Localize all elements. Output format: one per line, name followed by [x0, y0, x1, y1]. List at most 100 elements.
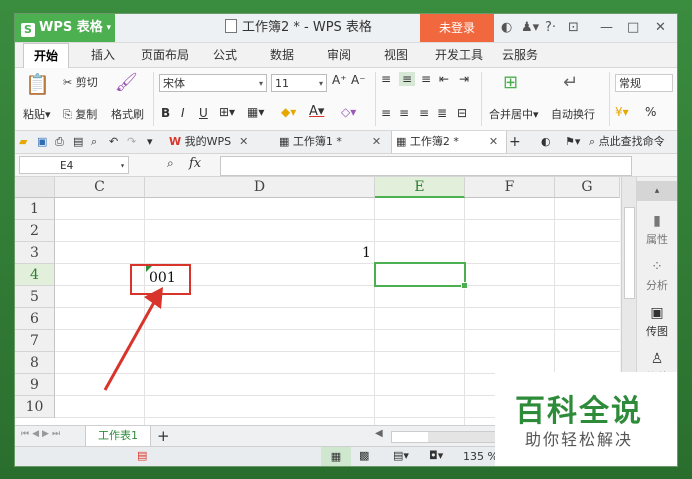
- cell-style-icon[interactable]: ▦▾: [247, 105, 264, 119]
- sheet-tab-active[interactable]: 工作表1: [85, 426, 151, 446]
- row-header-6[interactable]: 6: [15, 308, 55, 330]
- merge-center-icon[interactable]: ⊞: [503, 72, 518, 93]
- name-box[interactable]: E4 ▾: [19, 156, 129, 174]
- justify-icon[interactable]: ≣: [437, 106, 447, 120]
- merge-center-button[interactable]: 合并居中▾: [489, 106, 539, 122]
- save-icon[interactable]: ▣: [37, 131, 47, 153]
- align-bottom-icon[interactable]: ≡: [421, 72, 431, 86]
- font-size-select[interactable]: 11 ▾: [271, 74, 327, 92]
- row-header-3[interactable]: 3: [15, 242, 55, 264]
- tab-developer[interactable]: 开发工具: [435, 43, 483, 67]
- new-tab-icon[interactable]: +: [509, 131, 521, 153]
- scroll-thumb[interactable]: [428, 432, 498, 442]
- tab-list-icon[interactable]: ◐: [541, 131, 551, 153]
- align-middle-icon[interactable]: ≡: [399, 72, 416, 86]
- command-search[interactable]: ⌕ 点此查找命令: [589, 131, 665, 153]
- column-header-d[interactable]: D: [145, 177, 375, 198]
- quick-access-chevron-icon[interactable]: ▾: [147, 131, 153, 153]
- align-top-icon[interactable]: ≡: [381, 72, 391, 86]
- panel-analysis[interactable]: ⁘ 分析: [636, 259, 677, 293]
- italic-icon[interactable]: I: [181, 106, 185, 120]
- tab-formulas[interactable]: 公式: [213, 43, 237, 67]
- font-name-select[interactable]: 宋体 ▾: [159, 74, 267, 92]
- column-header-c[interactable]: C: [55, 177, 145, 198]
- zoom-search-icon[interactable]: ⌕: [167, 156, 174, 171]
- cut-button[interactable]: ✂ 剪切: [63, 74, 98, 90]
- zoom-level[interactable]: 135 %: [463, 450, 498, 463]
- decrease-font-icon[interactable]: A⁻: [351, 73, 366, 87]
- font-color-icon[interactable]: A▾: [309, 104, 324, 119]
- collapse-panel-button[interactable]: ▴: [636, 181, 677, 201]
- clear-format-icon[interactable]: ◇▾: [341, 105, 356, 119]
- select-all-corner[interactable]: [15, 177, 55, 198]
- help-icon[interactable]: ?·: [545, 20, 556, 35]
- tab-page-layout[interactable]: 页面布局: [141, 43, 189, 67]
- flag-icon[interactable]: ⚑▾: [565, 131, 580, 153]
- normal-view-icon[interactable]: ▦: [321, 447, 351, 466]
- add-sheet-icon[interactable]: +: [157, 426, 170, 446]
- tab-home[interactable]: 开始: [23, 43, 70, 68]
- row-header-8[interactable]: 8: [15, 352, 55, 374]
- paste-button[interactable]: 粘贴▾: [23, 106, 51, 122]
- login-button[interactable]: 未登录: [420, 14, 494, 42]
- shirt-icon[interactable]: ♟▾: [521, 20, 539, 35]
- tab-insert[interactable]: 插入: [91, 43, 115, 67]
- close-icon[interactable]: ✕: [655, 20, 666, 35]
- currency-icon[interactable]: ¥▾: [615, 105, 629, 119]
- cell-d3[interactable]: 1: [362, 245, 371, 261]
- selected-cell-e4[interactable]: [374, 262, 468, 289]
- tab-cloud[interactable]: 云服务: [502, 43, 538, 67]
- column-header-e[interactable]: E: [375, 177, 465, 198]
- indent-increase-icon[interactable]: ⇥: [459, 72, 469, 86]
- restore-panel-icon[interactable]: ⊡: [568, 20, 579, 35]
- scroll-thumb[interactable]: [624, 207, 635, 299]
- formula-input[interactable]: [220, 156, 632, 176]
- undo-icon[interactable]: ↶: [109, 131, 118, 153]
- find-icon[interactable]: ⌕: [91, 131, 97, 153]
- close-icon[interactable]: ✕: [489, 135, 498, 148]
- row-header-9[interactable]: 9: [15, 374, 55, 396]
- reading-mode-icon[interactable]: ◘▾: [429, 449, 443, 462]
- panel-properties[interactable]: ▮ 属性: [636, 213, 677, 247]
- fill-handle[interactable]: [461, 282, 468, 289]
- paste-icon[interactable]: 📋: [25, 72, 50, 96]
- page-break-view-icon[interactable]: ▩: [359, 449, 369, 462]
- panel-upload-image[interactable]: ▣ 传图: [636, 305, 677, 339]
- skin-icon[interactable]: ◐: [501, 20, 512, 35]
- maximize-icon[interactable]: □: [627, 20, 639, 35]
- align-right-icon[interactable]: ≡: [419, 106, 429, 120]
- open-folder-icon[interactable]: ▰: [19, 131, 27, 153]
- row-header-4[interactable]: 4: [15, 264, 55, 286]
- close-icon[interactable]: ✕: [239, 135, 248, 148]
- row-header-5[interactable]: 5: [15, 286, 55, 308]
- align-center-icon[interactable]: ≡: [399, 106, 409, 120]
- indent-decrease-icon[interactable]: ⇤: [439, 72, 449, 86]
- row-header-1[interactable]: 1: [15, 198, 55, 220]
- doc-tab-workbook1[interactable]: ▦ 工作簿1 * ✕: [279, 131, 381, 153]
- copy-button[interactable]: ⎘ 复制: [63, 106, 97, 122]
- cell-c4[interactable]: 001: [149, 270, 176, 286]
- row-header-7[interactable]: 7: [15, 330, 55, 352]
- tab-data[interactable]: 数据: [270, 43, 294, 67]
- number-format-select[interactable]: 常规: [615, 74, 673, 92]
- column-header-f[interactable]: F: [465, 177, 555, 198]
- align-left-icon[interactable]: ≡: [381, 106, 391, 120]
- bold-icon[interactable]: B: [161, 106, 170, 120]
- border-icon[interactable]: ⊞▾: [219, 105, 235, 119]
- doc-tab-my-wps[interactable]: W 我的WPS ✕: [165, 131, 248, 153]
- format-painter-button[interactable]: 格式刷: [111, 106, 144, 122]
- fill-color-icon[interactable]: ◆▾: [281, 105, 296, 119]
- row-header-10[interactable]: 10: [15, 396, 55, 418]
- column-header-g[interactable]: G: [555, 177, 620, 198]
- scroll-left-icon[interactable]: ◀: [375, 428, 383, 439]
- format-painter-icon[interactable]: 🖌: [115, 72, 138, 93]
- underline-icon[interactable]: U: [199, 106, 208, 120]
- doc-tab-workbook2[interactable]: ▦ 工作簿2 * ✕: [391, 131, 507, 153]
- distributed-icon[interactable]: ⊟: [457, 106, 467, 120]
- redo-icon[interactable]: ↷: [127, 131, 136, 153]
- row-header-2[interactable]: 2: [15, 220, 55, 242]
- macro-record-icon[interactable]: ▤: [137, 449, 147, 462]
- increase-font-icon[interactable]: A⁺: [332, 73, 347, 87]
- wrap-text-button[interactable]: 自动换行: [551, 106, 595, 122]
- close-icon[interactable]: ✕: [372, 135, 381, 148]
